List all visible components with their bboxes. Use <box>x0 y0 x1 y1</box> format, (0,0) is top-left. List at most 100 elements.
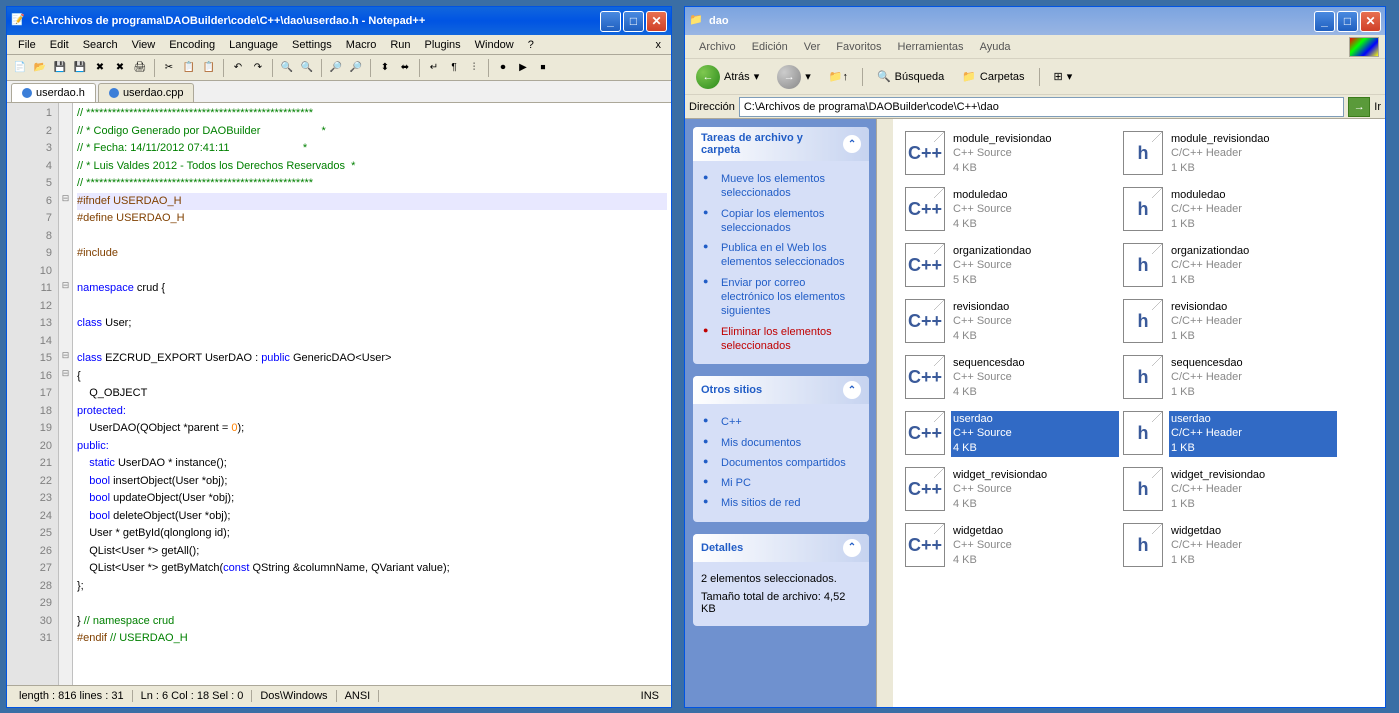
task-link[interactable]: Enviar por correo electrónico los elemen… <box>701 273 861 322</box>
file-item[interactable]: C++sequencesdaoC++ Source4 KB <box>903 353 1121 403</box>
cut-icon[interactable]: ✂ <box>160 59 178 77</box>
back-button[interactable]: ← Atrás ▾ <box>689 63 766 91</box>
code-editor[interactable]: 1234567891011121314151617181920212223242… <box>7 103 671 685</box>
close-button[interactable]: ✕ <box>1360 11 1381 32</box>
explorer-titlebar[interactable]: 📁 dao _ □ ✕ <box>685 7 1385 35</box>
save-all-icon[interactable]: 💾 <box>71 59 89 77</box>
place-link[interactable]: Mi PC <box>701 473 861 493</box>
menu-ver[interactable]: Ver <box>796 39 829 55</box>
file-item[interactable]: C++widgetdaoC++ Source4 KB <box>903 521 1121 571</box>
place-link[interactable]: Mis sitios de red <box>701 493 861 513</box>
code-area[interactable]: // *************************************… <box>73 103 671 685</box>
menu-window[interactable]: Window <box>468 37 521 53</box>
menu-search[interactable]: Search <box>76 37 125 53</box>
collapse-icon[interactable]: ⌃ <box>843 135 861 153</box>
maximize-button[interactable]: □ <box>623 11 644 32</box>
go-button[interactable]: → <box>1348 97 1370 117</box>
minimize-button[interactable]: _ <box>600 11 621 32</box>
stop-macro-icon[interactable]: ⏹ <box>534 59 552 77</box>
replace-icon[interactable]: 🔍 <box>298 59 316 77</box>
file-item[interactable]: horganizationdaoC/C++ Header1 KB <box>1121 241 1339 291</box>
menu-file[interactable]: File <box>11 37 43 53</box>
collapse-icon[interactable]: ⌃ <box>843 381 861 399</box>
open-file-icon[interactable]: 📂 <box>31 59 49 77</box>
find-icon[interactable]: 🔍 <box>278 59 296 77</box>
places-header[interactable]: Otros sitios ⌃ <box>693 376 869 404</box>
file-item[interactable]: hwidget_revisiondaoC/C++ Header1 KB <box>1121 465 1339 515</box>
wrap-icon[interactable]: ↵ <box>425 59 443 77</box>
task-link[interactable]: Eliminar los elementos seleccionados <box>701 322 861 357</box>
windows-flag-icon[interactable] <box>1349 37 1379 57</box>
save-icon[interactable]: 💾 <box>51 59 69 77</box>
close-all-icon[interactable]: ✖ <box>111 59 129 77</box>
folders-button[interactable]: 📁 Carpetas <box>955 63 1031 91</box>
file-item[interactable]: hmodule_revisiondaoC/C++ Header1 KB <box>1121 129 1339 179</box>
fold-gutter[interactable]: ⊟⊟⊟⊟ <box>59 103 73 685</box>
file-item[interactable]: C++organizationdaoC++ Source5 KB <box>903 241 1121 291</box>
menu-settings[interactable]: Settings <box>285 37 339 53</box>
menu-view[interactable]: View <box>125 37 163 53</box>
sync-h-icon[interactable]: ⬌ <box>396 59 414 77</box>
show-all-icon[interactable]: ¶ <box>445 59 463 77</box>
task-link[interactable]: Copiar los elementos seleccionados <box>701 204 861 239</box>
menu-favoritos[interactable]: Favoritos <box>828 39 889 55</box>
file-item[interactable]: C++widget_revisiondaoC++ Source4 KB <box>903 465 1121 515</box>
close-file-icon[interactable]: ✖ <box>91 59 109 77</box>
search-button[interactable]: 🔍 Búsqueda <box>870 63 951 91</box>
collapse-icon[interactable]: ⌃ <box>843 539 861 557</box>
maximize-button[interactable]: □ <box>1337 11 1358 32</box>
task-link[interactable]: Mueve los elementos seleccionados <box>701 169 861 204</box>
menu-edición[interactable]: Edición <box>744 39 796 55</box>
file-area[interactable]: C++module_revisiondaoC++ Source4 KB C++mo… <box>893 119 1385 707</box>
sync-v-icon[interactable]: ⬍ <box>376 59 394 77</box>
menu-?[interactable]: ? <box>521 37 541 53</box>
tab-userdao-cpp[interactable]: userdao.cpp <box>98 83 195 102</box>
file-item[interactable]: hrevisiondaoC/C++ Header1 KB <box>1121 297 1339 347</box>
record-macro-icon[interactable]: ⏺ <box>494 59 512 77</box>
minimize-button[interactable]: _ <box>1314 11 1335 32</box>
zoom-out-icon[interactable]: 🔎 <box>347 59 365 77</box>
views-button[interactable]: ⊞ ▾ <box>1047 63 1080 91</box>
address-input[interactable] <box>739 97 1344 117</box>
up-button[interactable]: 📁↑ <box>822 63 855 91</box>
zoom-in-icon[interactable]: 🔎 <box>327 59 345 77</box>
print-icon[interactable]: 🖨 <box>131 59 149 77</box>
place-link[interactable]: C++ <box>701 412 861 432</box>
file-item[interactable]: huserdaoC/C++ Header1 KB <box>1121 409 1339 459</box>
indent-guide-icon[interactable]: ⫶ <box>465 59 483 77</box>
menu-language[interactable]: Language <box>222 37 285 53</box>
redo-icon[interactable]: ↷ <box>249 59 267 77</box>
menu-macro[interactable]: Macro <box>339 37 384 53</box>
forward-button[interactable]: → ▾ <box>770 63 818 91</box>
menu-plugins[interactable]: Plugins <box>418 37 468 53</box>
npp-titlebar[interactable]: 📝 C:\Archivos de programa\DAOBuilder\cod… <box>7 7 671 35</box>
file-item[interactable]: C++module_revisiondaoC++ Source4 KB <box>903 129 1121 179</box>
menu-herramientas[interactable]: Herramientas <box>890 39 972 55</box>
paste-icon[interactable]: 📋 <box>200 59 218 77</box>
place-link[interactable]: Documentos compartidos <box>701 453 861 473</box>
menu-archivo[interactable]: Archivo <box>691 39 744 55</box>
file-item[interactable]: hwidgetdaoC/C++ Header1 KB <box>1121 521 1339 571</box>
undo-icon[interactable]: ↶ <box>229 59 247 77</box>
task-link[interactable]: Publica en el Web los elementos seleccio… <box>701 238 861 273</box>
file-icon: h <box>1123 131 1163 175</box>
file-item[interactable]: C++userdaoC++ Source4 KB <box>903 409 1121 459</box>
menu-encoding[interactable]: Encoding <box>162 37 222 53</box>
copy-icon[interactable]: 📋 <box>180 59 198 77</box>
tab-close-x[interactable]: x <box>650 39 668 51</box>
file-item[interactable]: hsequencesdaoC/C++ Header1 KB <box>1121 353 1339 403</box>
play-macro-icon[interactable]: ▶ <box>514 59 532 77</box>
file-item[interactable]: C++revisiondaoC++ Source4 KB <box>903 297 1121 347</box>
file-item[interactable]: C++moduledaoC++ Source4 KB <box>903 185 1121 235</box>
menu-edit[interactable]: Edit <box>43 37 76 53</box>
file-item[interactable]: hmoduledaoC/C++ Header1 KB <box>1121 185 1339 235</box>
place-link[interactable]: Mis documentos <box>701 433 861 453</box>
new-file-icon[interactable]: 📄 <box>11 59 29 77</box>
details-header[interactable]: Detalles ⌃ <box>693 534 869 562</box>
tab-userdao-h[interactable]: userdao.h <box>11 83 96 102</box>
menu-ayuda[interactable]: Ayuda <box>972 39 1019 55</box>
tasks-header[interactable]: Tareas de archivo y carpeta ⌃ <box>693 127 869 161</box>
close-button[interactable]: ✕ <box>646 11 667 32</box>
menu-run[interactable]: Run <box>383 37 417 53</box>
status-encoding: ANSI <box>337 690 380 702</box>
